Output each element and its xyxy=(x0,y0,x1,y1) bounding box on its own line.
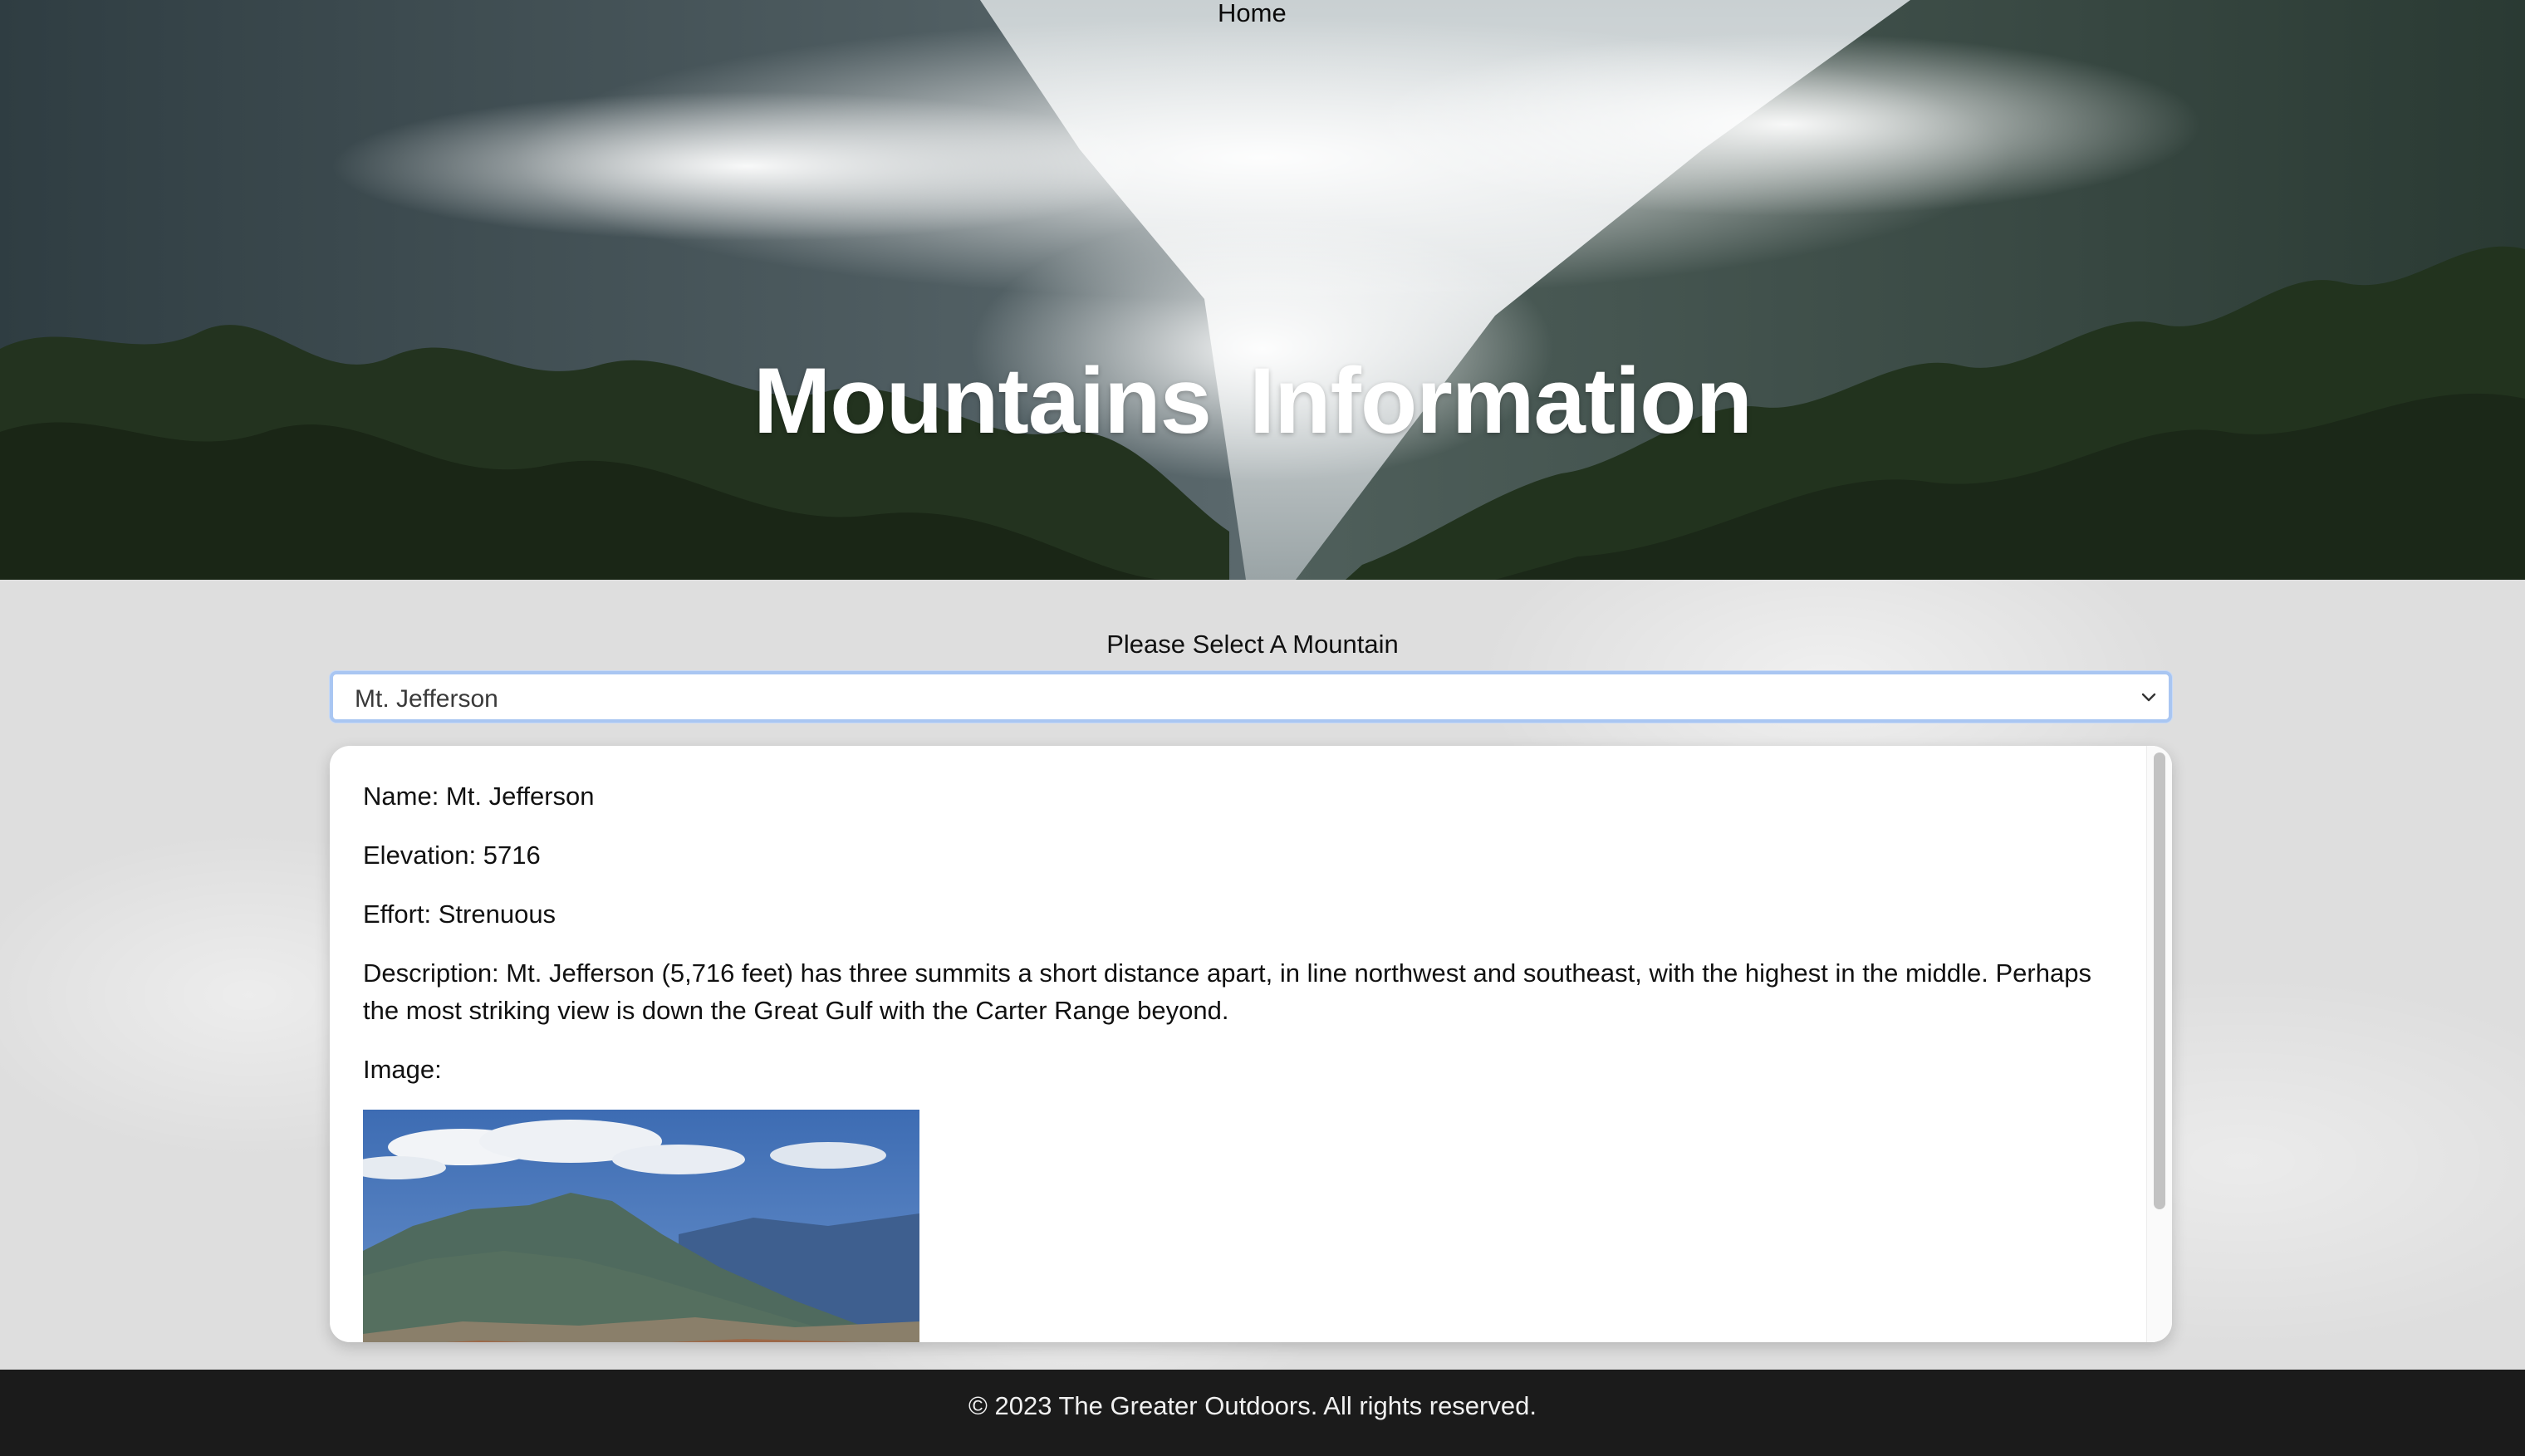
mountain-image xyxy=(363,1110,919,1342)
chevron-down-icon xyxy=(2141,693,2156,702)
panel-scrollbar[interactable] xyxy=(2146,746,2172,1342)
footer: © 2023 The Greater Outdoors. All rights … xyxy=(0,1370,2525,1456)
hero-background-image xyxy=(0,0,2525,580)
mountain-details-panel[interactable]: Name: Mt. Jefferson Elevation: 5716 Effo… xyxy=(330,746,2172,1342)
mountain-select-value: Mt. Jefferson xyxy=(355,685,498,713)
panel-scrollbar-thumb[interactable] xyxy=(2154,753,2165,1209)
page-title: Mountains Information xyxy=(753,349,1753,453)
mountain-elevation: Elevation: 5716 xyxy=(363,841,541,870)
mountain-select[interactable]: Mt. Jefferson xyxy=(330,671,2172,723)
nav-home-link[interactable]: Home xyxy=(1218,0,1287,27)
mountain-image-label: Image: xyxy=(363,1055,442,1084)
hero-banner: Home Mountains Information xyxy=(0,0,2525,580)
mountain-name: Name: Mt. Jefferson xyxy=(363,782,595,811)
mountain-select-label: Please Select A Mountain xyxy=(1106,630,1399,659)
footer-copyright: © 2023 The Greater Outdoors. All rights … xyxy=(968,1391,1537,1420)
mountain-details: Name: Mt. Jefferson Elevation: 5716 Effo… xyxy=(363,777,2124,1342)
mountain-effort: Effort: Strenuous xyxy=(363,900,556,929)
main-content: Please Select A Mountain Mt. Jefferson N… xyxy=(0,580,2525,1370)
mountain-description: Description: Mt. Jefferson (5,716 feet) … xyxy=(363,958,2091,1025)
